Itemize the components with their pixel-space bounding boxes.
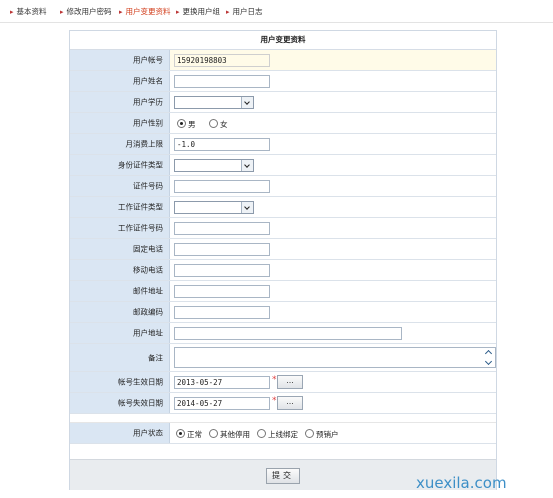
row-name: 用户姓名: [70, 71, 496, 92]
monthly-limit-input[interactable]: -1.0: [174, 138, 270, 151]
effective-date-picker-button[interactable]: ...: [277, 375, 303, 389]
row-account: 用户帐号 15920198803: [70, 50, 496, 71]
label-mobile: 移动电话: [133, 265, 163, 275]
mobile-input[interactable]: [174, 264, 270, 277]
label-name: 用户姓名: [133, 76, 163, 86]
user-profile-form: 用户变更资料 用户帐号 15920198803 用户姓名 用户学历 用户性别 男…: [69, 30, 497, 490]
label-expiry-date: 帐号失效日期: [118, 398, 163, 408]
chevron-down-icon[interactable]: [241, 202, 253, 213]
submit-button[interactable]: 提交: [266, 468, 300, 484]
remark-textarea[interactable]: [174, 347, 496, 368]
label-account: 用户帐号: [133, 55, 163, 65]
row-gender: 用户性别 男 女: [70, 113, 496, 134]
required-mark: *: [272, 396, 277, 406]
chevron-up-icon[interactable]: [484, 349, 493, 358]
required-mark: *: [272, 375, 277, 385]
status-online-bind-label: 上线绑定: [268, 430, 298, 439]
gender-male-label: 男: [188, 120, 196, 129]
work-id-number-input[interactable]: [174, 222, 270, 235]
label-remark: 备注: [148, 353, 163, 362]
gender-male-radio[interactable]: [177, 119, 186, 128]
status-pre-cancel-radio[interactable]: [305, 429, 314, 438]
label-gender: 用户性别: [133, 118, 163, 128]
postcode-input[interactable]: [174, 306, 270, 319]
row-id-type: 身份证件类型: [70, 155, 496, 176]
id-type-select[interactable]: [174, 159, 254, 172]
label-status: 用户状态: [133, 428, 163, 438]
chevron-down-icon[interactable]: [241, 97, 253, 108]
breadcrumb: ▸ 基本资料 ▸ 修改用户密码 ▸ 用户变更资料 ▸ 更换用户组 ▸ 用户日志: [0, 0, 553, 23]
chevron-down-icon[interactable]: [241, 160, 253, 171]
remark-scrollbar[interactable]: [483, 348, 495, 367]
gender-female-label: 女: [220, 120, 228, 129]
status-online-bind-radio[interactable]: [257, 429, 266, 438]
breadcrumb-item-user-log[interactable]: ▸ 用户日志: [226, 6, 263, 17]
effective-date-input[interactable]: 2013-05-27: [174, 376, 270, 389]
label-landline: 固定电话: [133, 244, 163, 254]
name-input[interactable]: [174, 75, 270, 88]
label-id-number: 证件号码: [133, 181, 163, 191]
breadcrumb-item-change-password[interactable]: ▸ 修改用户密码: [60, 6, 112, 17]
row-mobile: 移动电话: [70, 260, 496, 281]
email-input[interactable]: [174, 285, 270, 298]
label-monthly-limit: 月消费上限: [125, 139, 164, 149]
id-number-input[interactable]: [174, 180, 270, 193]
landline-input[interactable]: [174, 243, 270, 256]
account-field[interactable]: 15920198803: [174, 54, 270, 67]
label-postcode: 邮政编码: [133, 307, 163, 317]
row-status: 用户状态 正常 其他停用 上线绑定 预销户: [70, 423, 496, 444]
status-other-suspend-label: 其他停用: [220, 430, 250, 439]
address-input[interactable]: [174, 327, 402, 340]
label-work-id-type: 工作证件类型: [118, 202, 163, 212]
row-expiry-date: 帐号失效日期 2014-05-27 * ...: [70, 393, 496, 414]
row-landline: 固定电话: [70, 239, 496, 260]
row-postcode: 邮政编码: [70, 302, 496, 323]
label-id-type: 身份证件类型: [118, 160, 163, 170]
row-email: 邮件地址: [70, 281, 496, 302]
education-select[interactable]: [174, 96, 254, 109]
spacer-row: [70, 414, 496, 423]
status-normal-radio[interactable]: [176, 429, 185, 438]
row-remark: 备注: [70, 344, 496, 372]
label-effective-date: 帐号生效日期: [118, 377, 163, 387]
gender-female-radio[interactable]: [209, 119, 218, 128]
watermark: xuexila.com: [416, 474, 507, 492]
breadcrumb-item-change-group[interactable]: ▸ 更换用户组: [176, 6, 220, 17]
label-work-id-number: 工作证件号码: [118, 223, 163, 233]
row-address: 用户地址: [70, 323, 496, 344]
label-address: 用户地址: [133, 328, 163, 338]
label-education: 用户学历: [133, 97, 163, 107]
expiry-date-picker-button[interactable]: ...: [277, 396, 303, 410]
breadcrumb-item-change-profile[interactable]: ▸ 用户变更资料: [119, 6, 171, 17]
row-effective-date: 帐号生效日期 2013-05-27 * ...: [70, 372, 496, 393]
label-email: 邮件地址: [133, 286, 163, 296]
chevron-down-icon[interactable]: [484, 357, 493, 366]
row-work-id-type: 工作证件类型: [70, 197, 496, 218]
status-other-suspend-radio[interactable]: [209, 429, 218, 438]
row-monthly-limit: 月消费上限 -1.0: [70, 134, 496, 155]
work-id-type-select[interactable]: [174, 201, 254, 214]
row-work-id-number: 工作证件号码: [70, 218, 496, 239]
status-pre-cancel-label: 预销户: [316, 430, 339, 439]
row-id-number: 证件号码: [70, 176, 496, 197]
form-title: 用户变更资料: [70, 31, 496, 50]
row-education: 用户学历: [70, 92, 496, 113]
expiry-date-input[interactable]: 2014-05-27: [174, 397, 270, 410]
breadcrumb-item-basic-info[interactable]: ▸ 基本资料: [10, 6, 47, 17]
status-normal-label: 正常: [187, 430, 202, 439]
